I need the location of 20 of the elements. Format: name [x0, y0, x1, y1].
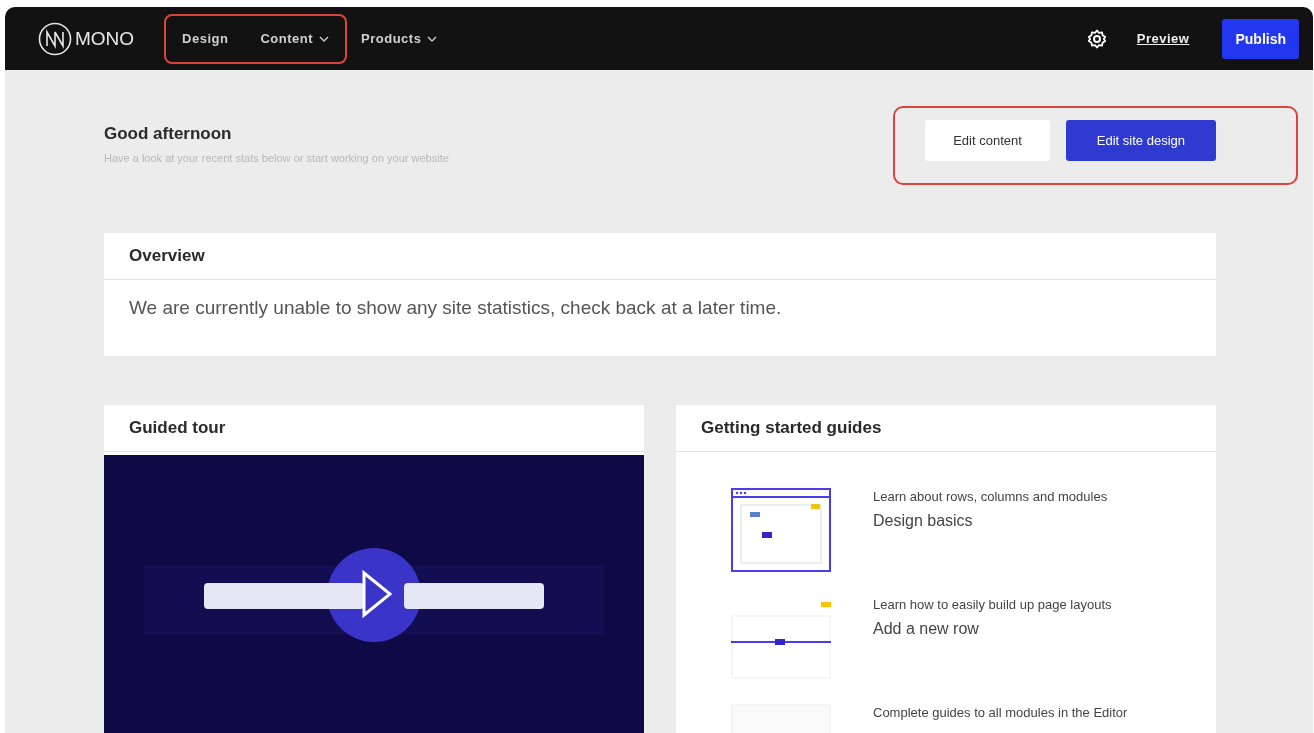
guide-link[interactable]: Add a new row — [873, 620, 1112, 638]
publish-button[interactable]: Publish — [1222, 18, 1299, 59]
card-title: Getting started guides — [676, 405, 1216, 452]
edit-content-button[interactable]: Edit content — [925, 120, 1050, 161]
guide-description: Learn about rows, columns and modules — [873, 489, 1108, 504]
nav-item[interactable]: Content — [252, 31, 338, 46]
edit-design-button[interactable]: Edit site design — [1065, 120, 1216, 161]
settings-icon[interactable] — [1086, 28, 1107, 49]
logo-text: MONO — [75, 27, 135, 50]
status-message: We are currently unable to show any site statistics, check back at a later time. — [128, 296, 783, 320]
nav-item[interactable]: Products — [353, 31, 446, 46]
guide-link[interactable]: Design basics — [873, 512, 1108, 530]
greeting-title: Good afternoon — [104, 124, 233, 144]
guide-description: Complete guides to all modules in the Editor — [873, 705, 1128, 720]
guide-description: Learn how to easily build up page layouts — [873, 597, 1112, 612]
nav-item[interactable]: Design — [174, 31, 237, 46]
card-title: Overview — [104, 233, 1216, 280]
logo-icon — [38, 21, 72, 56]
preview-link[interactable]: Preview — [1136, 31, 1190, 46]
card-title: Guided tour — [104, 405, 644, 452]
